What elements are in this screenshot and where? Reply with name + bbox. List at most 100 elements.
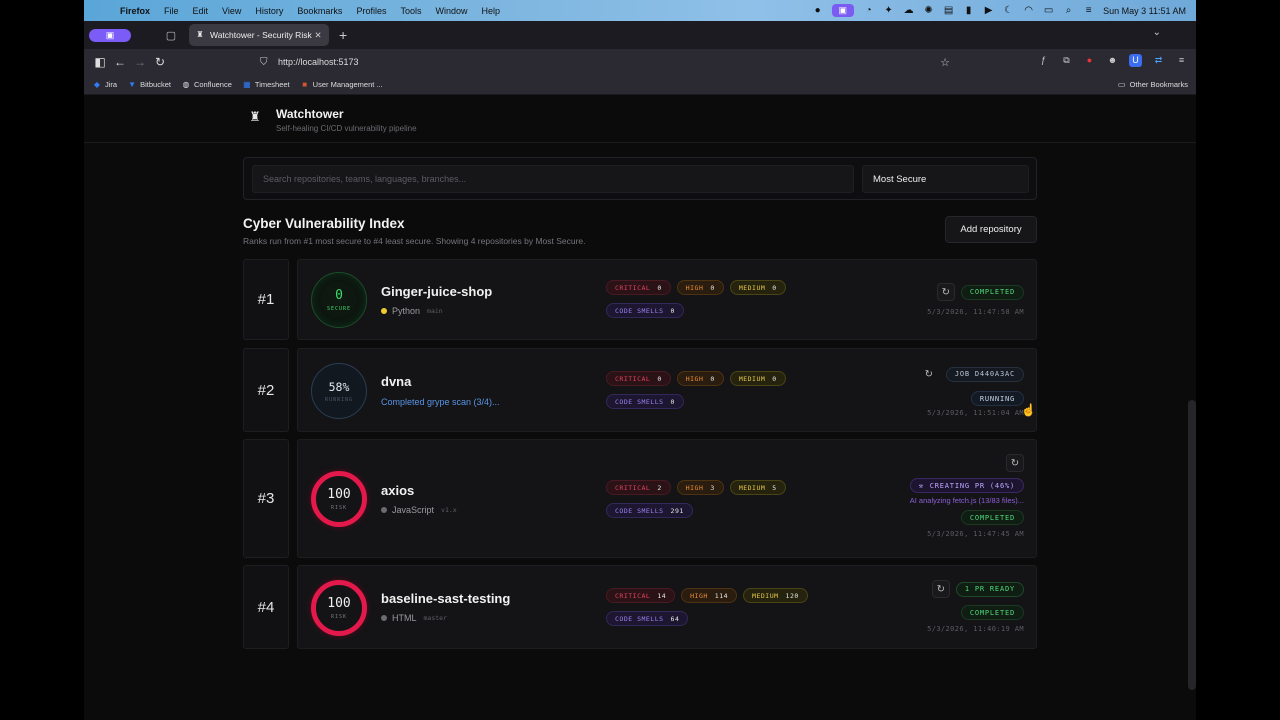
tab-title: Watchtower - Security Risk Lea [210,30,313,40]
repo-meta: HTML master [381,613,447,623]
other-bookmarks-label: Other Bookmarks [1129,80,1188,89]
menu-edit[interactable]: Edit [193,6,209,16]
cloud-icon[interactable]: ☁ [903,5,914,16]
repo-card-axios[interactable]: 100 RISK axios JavaScript v1.x CRITICAL 2… [297,439,1037,558]
code-smells-count: 291 [670,506,684,515]
chevron-down-icon[interactable]: ⌄ [1153,27,1161,38]
close-tab-icon[interactable]: ✕ [313,30,323,41]
refresh-icon[interactable]: ↻ [931,580,950,598]
medium-count: 0 [772,283,777,292]
extension-monkey-icon[interactable]: ☻ [1106,54,1119,67]
refresh-icon[interactable]: ↻ [920,365,938,383]
menu-view[interactable]: View [222,6,241,16]
jira-icon: ◆ [93,79,101,89]
chart-icon[interactable]: ▤ [943,5,954,16]
menubar-clock[interactable]: Sun May 3 11:51 AM [1103,6,1186,16]
repo-card-baseline-sast-testing[interactable]: 100 RISK baseline-sast-testing HTML mast… [297,565,1037,649]
bookmark-star-icon[interactable]: ☆ [940,56,950,69]
back-icon[interactable]: ← [110,55,130,69]
repo-card-dvna[interactable]: 58% RUNNING dvna Completed grype scan (3… [297,348,1037,432]
pin-icon[interactable]: ✦ [883,5,894,16]
extension-feather-icon[interactable]: ƒ [1037,54,1050,67]
add-repository-button[interactable]: Add repository [945,216,1037,243]
repo-name[interactable]: dvna [381,374,411,389]
battery-icon[interactable]: ▭ [1043,5,1054,16]
extension-translate-icon[interactable]: ⇄ [1152,54,1165,67]
code-smells-count: 64 [670,614,680,623]
reload-icon[interactable]: ↻ [150,55,170,69]
page-scrollbar[interactable] [1188,400,1196,690]
hamburger-menu-icon[interactable]: ≡ [1175,54,1188,67]
repo-name[interactable]: axios [381,483,414,498]
code-smells-badge: CODE SMELLS 291 [606,503,693,518]
extension-ublock-icon[interactable]: ● [1083,54,1096,67]
tab-watchtower[interactable]: ♜ Watchtower - Security Risk Lea ✕ [189,24,329,46]
shield-icon[interactable]: ⛉ [260,57,276,68]
high-badge: HIGH 114 [681,588,738,603]
menu-file[interactable]: File [164,6,179,16]
critical-label: CRITICAL [615,374,651,383]
sidebar-toggle-icon[interactable]: ▣ [89,28,131,42]
status-badge: COMPLETED [960,605,1024,620]
critical-count: 0 [657,283,662,292]
score-ring: 100 RISK [311,580,367,636]
sort-select[interactable]: Most Secure [862,165,1029,193]
critical-badge: CRITICAL 0 [606,371,671,386]
bookmark-timesheet[interactable]: ▦ Timesheet [242,80,290,90]
pr-ready-badge[interactable]: 1 PR READY [955,581,1024,597]
address-bar[interactable]: ⛉ http://localhost:5173 ☆ [260,53,950,71]
wifi-icon[interactable]: ◠ [1023,5,1034,16]
screen-share-icon[interactable]: ▣ [832,4,855,17]
menu-history[interactable]: History [255,6,283,16]
bookmark-jira[interactable]: ◆ Jira [92,80,117,90]
filter-panel: Most Secure [243,157,1037,200]
menu-window[interactable]: Window [435,6,467,16]
other-bookmarks[interactable]: ▭ Other Bookmarks [1117,80,1188,90]
bookmark-bitbucket[interactable]: ▼ Bitbucket [127,80,171,90]
play-icon[interactable]: ▶ [983,5,994,16]
smell-badges: CODE SMELLS 0 [606,303,684,318]
timer-icon[interactable]: ◔ [863,5,874,16]
phone-icon[interactable]: ▮ [963,5,974,16]
refresh-icon[interactable]: ↻ [1006,454,1024,472]
repo-name[interactable]: baseline-sast-testing [381,591,510,606]
record-icon[interactable]: ● [812,5,823,16]
menu-help[interactable]: Help [481,6,500,16]
pr-status-text: CREATING PR (46%) [929,481,1015,490]
repo-language: HTML [392,613,417,623]
refresh-icon[interactable]: ↻ [936,283,955,301]
control-center-icon[interactable]: ≡ [1083,5,1094,16]
forward-icon[interactable]: → [130,55,150,69]
menu-app[interactable]: Firefox [120,6,150,16]
spotlight-icon[interactable]: ⌕ [1063,5,1074,16]
code-smells-label: CODE SMELLS [615,614,664,623]
bookmark-confluence[interactable]: ◍ Confluence [181,80,231,90]
extensions-area: ƒ ⧉ ● ☻ U ⇄ ≡ [1037,54,1188,67]
timestamp: 5/3/2026, 11:40:19 AM [927,625,1024,633]
repo-card-ginger-juice-shop[interactable]: 0 SECURE Ginger-juice-shop Python main C… [297,259,1037,340]
search-input[interactable] [252,165,854,193]
bookmark-user-management[interactable]: ■ User Management ... [300,80,382,90]
code-smells-badge: CODE SMELLS 0 [606,394,684,409]
critical-badge: CRITICAL 14 [606,588,676,603]
high-label: HIGH [690,591,708,600]
new-tab-icon[interactable]: + [339,27,347,43]
code-smells-label: CODE SMELLS [615,306,664,315]
medium-count: 0 [772,374,777,383]
high-label: HIGH [685,374,704,383]
menu-tools[interactable]: Tools [400,6,421,16]
url-text[interactable]: http://localhost:5173 [278,57,359,67]
hub-icon[interactable]: ✺ [923,5,934,16]
tab-overview-icon[interactable]: ▢ [163,29,179,42]
code-smells-label: CODE SMELLS [615,506,664,515]
menu-profiles[interactable]: Profiles [356,6,386,16]
repo-branch: v1.x [441,506,457,514]
menu-bookmarks[interactable]: Bookmarks [297,6,342,16]
extension-shield-icon[interactable]: U [1129,54,1142,67]
extensions-puzzle-icon[interactable]: ⧉ [1060,54,1073,67]
smell-badges: CODE SMELLS 291 [606,503,693,518]
sidebar-icon[interactable]: ◧ [90,55,110,69]
status-column: ↻ ⚒ CREATING PR (46%) AI analyzing fetch.… [909,454,1024,538]
repo-name[interactable]: Ginger-juice-shop [381,284,492,299]
moon-icon[interactable]: ☾ [1003,5,1014,16]
